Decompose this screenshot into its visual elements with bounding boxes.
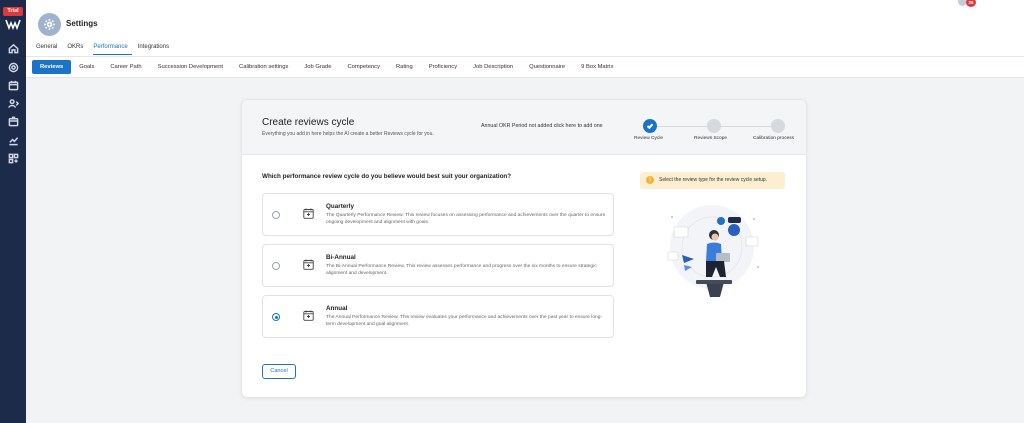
subtab-succession-development[interactable]: Succession Development <box>150 60 231 74</box>
ai-assistant-illustration <box>667 205 759 297</box>
subtab-questionnaire[interactable]: Questionnaire <box>521 60 573 74</box>
radio-bi-annual[interactable] <box>272 262 280 270</box>
page-header: Settings General OKRs Performance Integr… <box>26 0 1024 57</box>
info-icon: ! <box>646 176 654 184</box>
create-reviews-cycle-card: Create reviews cycle Everything you add … <box>241 99 807 398</box>
okr-period-link[interactable]: Annual OKR Period not added click here t… <box>481 123 603 129</box>
step-connector <box>721 126 771 127</box>
progress-stepper: Review Cycle Reviews Scope Calibration p… <box>634 118 806 148</box>
radio-quarterly[interactable] <box>272 211 280 219</box>
cancel-button[interactable]: Cancel <box>262 364 296 379</box>
subtab-calibration-settings[interactable]: Calibration settings <box>231 60 296 74</box>
subtab-9-box-matrix[interactable]: 9 Box Matrix <box>573 60 621 74</box>
sub-tab-bar: Reviews Goals Career Path Succession Dev… <box>26 57 1024 78</box>
user-settings-icon[interactable] <box>6 96 20 110</box>
subtab-rating[interactable]: Rating <box>388 60 421 74</box>
calendar-icon <box>303 208 314 219</box>
hint-text: Select the review type for the review cy… <box>659 177 768 183</box>
top-tabs: General OKRs Performance Integrations <box>36 44 179 55</box>
option-title: Quarterly <box>326 203 354 210</box>
target-icon[interactable] <box>6 60 20 74</box>
tab-performance[interactable]: Performance <box>93 44 132 55</box>
subtab-proficiency[interactable]: Proficiency <box>421 60 465 74</box>
step-connector <box>657 126 707 127</box>
option-quarterly[interactable]: Quarterly The Quarterly Performance Revi… <box>262 193 614 236</box>
page-title: Settings <box>66 19 98 28</box>
subtab-goals[interactable]: Goals <box>71 60 102 74</box>
step-label: Reviews Scope <box>694 136 728 141</box>
subtab-job-description[interactable]: Job Description <box>465 60 521 74</box>
subtab-competency[interactable]: Competency <box>339 60 388 74</box>
card-subtitle: Everything you add in here helps the AI … <box>262 131 434 137</box>
subtab-career-path[interactable]: Career Path <box>102 60 149 74</box>
radio-annual[interactable] <box>272 313 280 321</box>
subtab-job-grade[interactable]: Job Grade <box>296 60 339 74</box>
calendar-icon[interactable] <box>6 78 20 92</box>
card-header: Create reviews cycle Everything you add … <box>242 100 806 155</box>
app-logo-icon[interactable] <box>5 19 21 30</box>
option-description: The Quarterly Performance Review. This r… <box>326 213 606 225</box>
apps-icon[interactable] <box>6 151 20 165</box>
trial-badge: Trial <box>3 7 23 16</box>
box-icon[interactable] <box>6 114 20 128</box>
option-description: The Bi-Annual Performance Review. This r… <box>326 264 597 276</box>
step-calibration-dot <box>771 119 785 133</box>
left-sidebar: Trial <box>0 0 26 423</box>
tab-integrations[interactable]: Integrations <box>138 44 173 55</box>
option-bi-annual[interactable]: Bi-Annual The Bi-Annual Performance Revi… <box>262 244 614 287</box>
cycle-question: Which performance review cycle do you be… <box>262 173 512 180</box>
option-title: Annual <box>326 305 348 312</box>
option-description: The Annual Performance Review. This revi… <box>326 315 603 327</box>
home-icon[interactable] <box>6 41 20 55</box>
calendar-icon <box>303 259 314 270</box>
step-review-cycle-check-icon <box>643 119 657 133</box>
hint-box: ! Select the review type for the review … <box>640 172 785 189</box>
settings-avatar-icon <box>38 13 61 36</box>
card-title: Create reviews cycle <box>262 117 355 128</box>
option-annual[interactable]: Annual The Annual Performance Review. Th… <box>262 295 614 338</box>
option-title: Bi-Annual <box>326 254 356 261</box>
tab-okrs[interactable]: OKRs <box>67 44 87 55</box>
step-reviews-scope-dot <box>707 119 721 133</box>
calendar-icon <box>303 310 314 321</box>
subtab-reviews[interactable]: Reviews <box>32 60 72 74</box>
step-label: Calibration process <box>753 136 795 141</box>
step-label: Review Cycle <box>634 136 664 141</box>
tab-general[interactable]: General <box>36 44 61 55</box>
chart-icon[interactable] <box>6 133 20 147</box>
